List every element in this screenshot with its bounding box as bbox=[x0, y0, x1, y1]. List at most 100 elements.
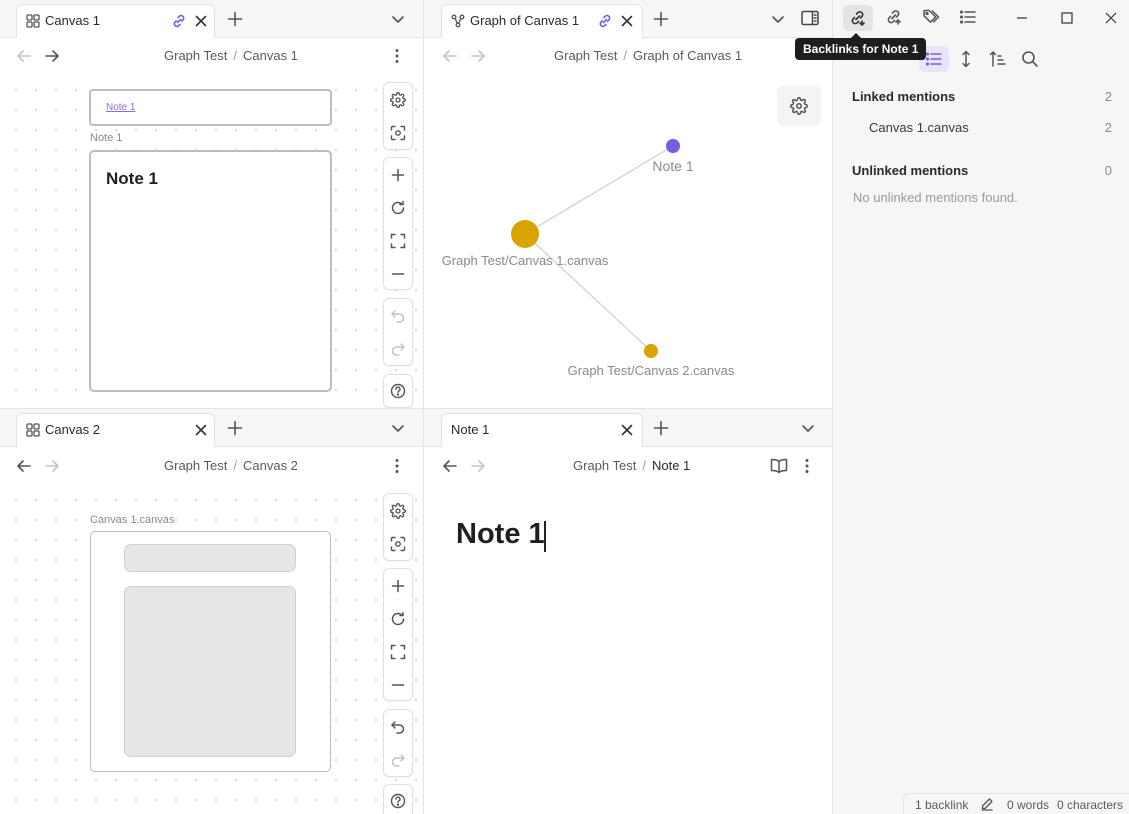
help-icon[interactable] bbox=[384, 375, 412, 407]
new-tab-icon[interactable] bbox=[225, 418, 245, 438]
zoom-in-icon[interactable] bbox=[384, 570, 412, 602]
graph-node-label: Graph Test/Canvas 2.canvas bbox=[568, 363, 735, 378]
close-window-icon[interactable] bbox=[1102, 9, 1120, 27]
chevron-down-icon[interactable] bbox=[388, 9, 408, 29]
breadcrumb-file[interactable]: Canvas 1 bbox=[243, 48, 298, 63]
more-options-icon[interactable] bbox=[797, 456, 817, 476]
snapshot-icon[interactable] bbox=[384, 117, 412, 149]
forward-arrow-icon[interactable] bbox=[468, 46, 488, 66]
show-more-context-icon[interactable] bbox=[957, 50, 975, 68]
back-arrow-icon[interactable] bbox=[14, 456, 34, 476]
close-icon[interactable] bbox=[619, 422, 635, 438]
note-heading[interactable]: Note 1 bbox=[456, 518, 545, 551]
breadcrumb-file[interactable]: Graph of Canvas 1 bbox=[633, 48, 742, 63]
chevron-down-icon[interactable] bbox=[798, 418, 818, 438]
embedded-note-card-preview bbox=[124, 586, 296, 757]
zoom-out-icon[interactable] bbox=[384, 258, 412, 290]
graph-view[interactable]: Note 1 Graph Test/Canvas 1.canvas Graph … bbox=[424, 74, 832, 408]
chevron-down-icon[interactable] bbox=[388, 418, 408, 438]
forward-arrow-icon[interactable] bbox=[42, 46, 62, 66]
linked-tab-icon[interactable] bbox=[171, 13, 187, 29]
graph-node-canvas-1[interactable] bbox=[511, 220, 539, 248]
graph-node-canvas-2[interactable] bbox=[644, 344, 658, 358]
canvas-icon bbox=[26, 14, 40, 28]
settings-gear-icon[interactable] bbox=[384, 495, 412, 527]
tab-canvas-2[interactable]: Canvas 2 bbox=[16, 413, 215, 447]
backlink-count-status[interactable]: 1 backlink bbox=[915, 798, 968, 812]
sort-icon[interactable] bbox=[989, 50, 1007, 68]
redo-icon[interactable] bbox=[384, 333, 412, 365]
back-arrow-icon[interactable] bbox=[440, 46, 460, 66]
breadcrumb-file[interactable]: Canvas 2 bbox=[243, 458, 298, 473]
tab-note-1[interactable]: Note 1 bbox=[441, 413, 643, 447]
tab-graph-of-canvas-1[interactable]: Graph of Canvas 1 bbox=[441, 4, 643, 38]
chevron-down-icon[interactable] bbox=[768, 9, 788, 29]
view-header: Graph Test / Graph of Canvas 1 bbox=[424, 38, 832, 74]
tags-tab-icon[interactable] bbox=[922, 8, 942, 26]
reset-zoom-icon[interactable] bbox=[384, 603, 412, 635]
breadcrumb-folder[interactable]: Graph Test bbox=[164, 458, 227, 473]
help-icon[interactable] bbox=[384, 785, 412, 814]
reset-zoom-icon[interactable] bbox=[384, 192, 412, 224]
maximize-window-icon[interactable] bbox=[1058, 9, 1076, 27]
breadcrumb-folder[interactable]: Graph Test bbox=[164, 48, 227, 63]
fit-screen-icon[interactable] bbox=[384, 225, 412, 257]
new-tab-icon[interactable] bbox=[651, 9, 671, 29]
canvas-zoom-group bbox=[383, 568, 413, 701]
breadcrumb-folder[interactable]: Graph Test bbox=[554, 48, 617, 63]
settings-gear-icon[interactable] bbox=[384, 84, 412, 116]
embedded-canvas-card[interactable] bbox=[90, 531, 331, 772]
backlinks-tooltip: Backlinks for Note 1 bbox=[795, 38, 927, 60]
more-options-icon[interactable] bbox=[387, 46, 407, 66]
unlinked-mentions-title[interactable]: Unlinked mentions bbox=[852, 163, 968, 178]
new-tab-icon[interactable] bbox=[651, 418, 671, 438]
note-editor[interactable]: Note 1 bbox=[424, 484, 832, 814]
tab-title: Note 1 bbox=[451, 422, 490, 437]
graph-node-note-1[interactable] bbox=[666, 139, 680, 153]
link-card-text[interactable]: Note 1 bbox=[106, 102, 135, 113]
back-arrow-icon[interactable] bbox=[440, 456, 460, 476]
link-card[interactable]: Note 1 bbox=[89, 89, 332, 126]
toggle-sidebar-icon[interactable] bbox=[800, 8, 820, 28]
undo-icon[interactable] bbox=[384, 711, 412, 743]
new-tab-icon[interactable] bbox=[225, 9, 245, 29]
tab-canvas-1[interactable]: Canvas 1 bbox=[16, 4, 215, 38]
note-card[interactable]: Note 1 bbox=[89, 150, 332, 392]
close-icon[interactable] bbox=[193, 422, 209, 438]
minimize-window-icon[interactable] bbox=[1013, 9, 1031, 27]
backlinks-tab-icon[interactable] bbox=[843, 5, 873, 31]
canvas-settings-group bbox=[383, 493, 413, 561]
reading-view-icon[interactable] bbox=[769, 456, 789, 476]
tab-bar: Canvas 1 bbox=[0, 0, 423, 38]
snapshot-icon[interactable] bbox=[384, 528, 412, 560]
view-header: Graph Test / Canvas 1 bbox=[0, 38, 423, 74]
search-icon[interactable] bbox=[1021, 50, 1039, 68]
character-count-status: 0 characters bbox=[1057, 798, 1124, 812]
redo-icon[interactable] bbox=[384, 744, 412, 776]
backlink-file-item[interactable]: Canvas 1.canvas bbox=[869, 120, 969, 135]
forward-arrow-icon[interactable] bbox=[468, 456, 488, 476]
breadcrumb-file[interactable]: Note 1 bbox=[652, 458, 690, 473]
breadcrumb-separator: / bbox=[233, 458, 237, 473]
more-options-icon[interactable] bbox=[387, 456, 407, 476]
graph-node-label: Note 1 bbox=[652, 158, 693, 174]
undo-icon[interactable] bbox=[384, 300, 412, 332]
breadcrumb-folder[interactable]: Graph Test bbox=[573, 458, 636, 473]
close-icon[interactable] bbox=[193, 13, 209, 29]
back-arrow-icon[interactable] bbox=[14, 46, 34, 66]
outline-tab-icon[interactable] bbox=[959, 8, 977, 26]
zoom-in-icon[interactable] bbox=[384, 159, 412, 191]
backlink-file-count: 2 bbox=[1104, 120, 1112, 135]
zoom-out-icon[interactable] bbox=[384, 669, 412, 701]
linked-mentions-title[interactable]: Linked mentions bbox=[852, 89, 955, 104]
linked-tab-icon[interactable] bbox=[597, 13, 613, 29]
right-sidebar: Linked mentions 2 Canvas 1.canvas 2 Unli… bbox=[832, 0, 1129, 814]
canvas-settings-group bbox=[383, 82, 413, 150]
fit-screen-icon[interactable] bbox=[384, 636, 412, 668]
view-header: Graph Test / Canvas 2 bbox=[0, 447, 423, 483]
outgoing-links-tab-icon[interactable] bbox=[885, 8, 903, 26]
forward-arrow-icon[interactable] bbox=[42, 456, 62, 476]
edit-mode-icon[interactable] bbox=[980, 797, 994, 811]
breadcrumb-separator: / bbox=[233, 48, 237, 63]
close-icon[interactable] bbox=[619, 13, 635, 29]
